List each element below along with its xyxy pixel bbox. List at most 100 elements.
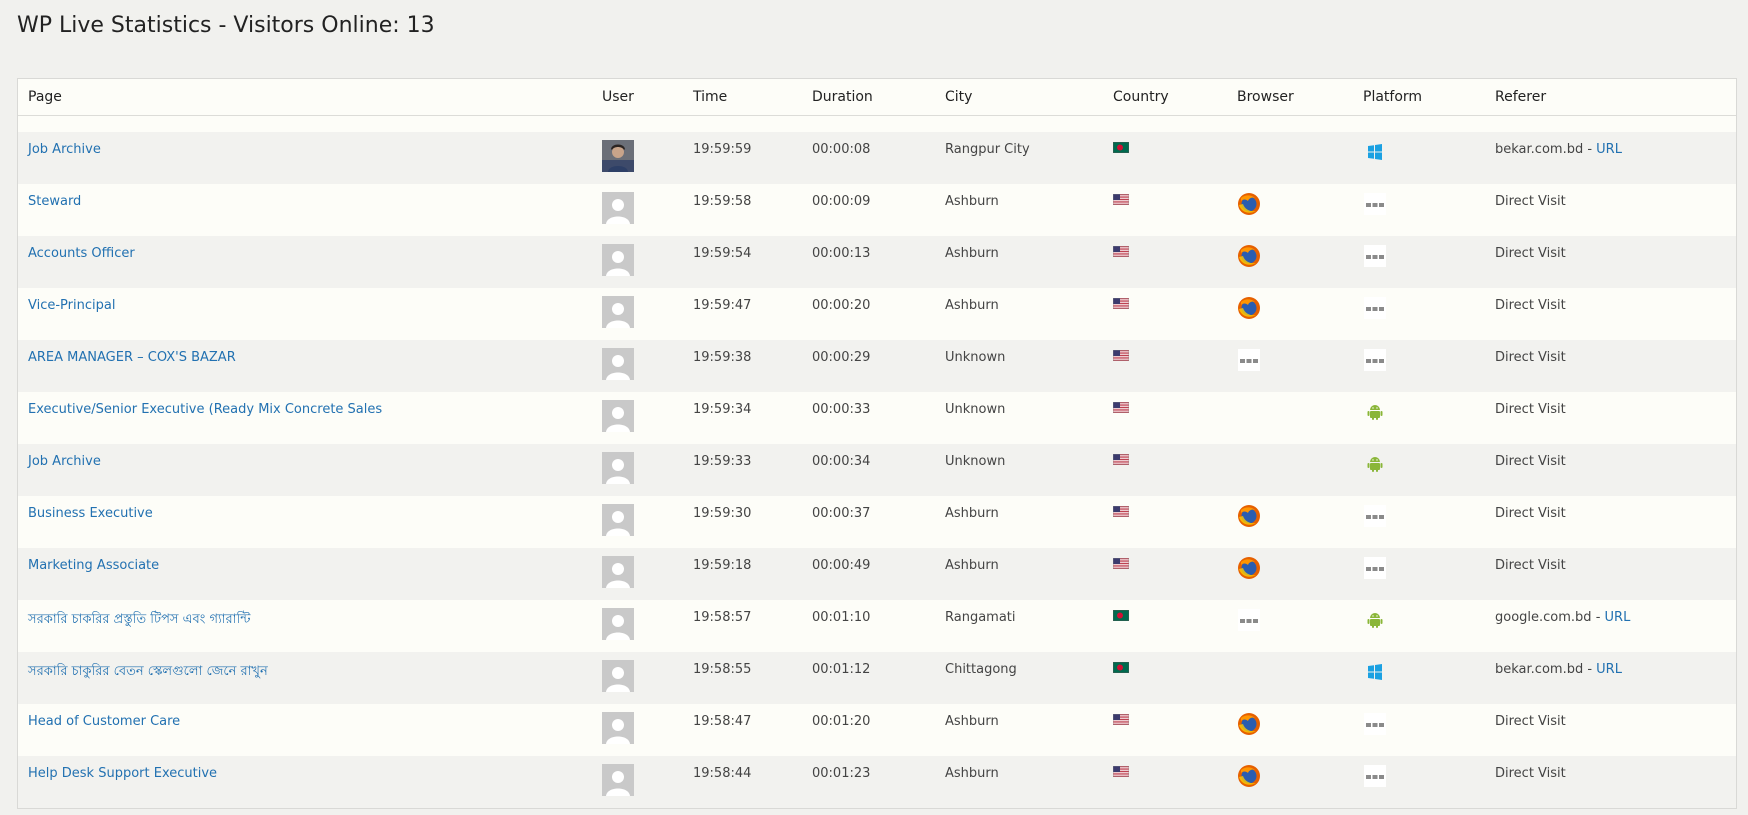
page-link[interactable]: Job Archive — [28, 454, 101, 469]
platform-cell — [1353, 236, 1485, 288]
time-cell: 19:59:58 — [683, 184, 802, 236]
page-link[interactable]: সরকারি চাকুরির বেতন স্কেলগুলো জেনে রাখুন — [28, 664, 268, 679]
referer-text: Direct Visit — [1495, 246, 1566, 261]
firefox-icon — [1237, 244, 1261, 268]
duration-cell-text: 00:01:10 — [812, 610, 871, 625]
referer-cell: Direct Visit — [1485, 288, 1736, 340]
page-link[interactable]: সরকারি চাকরির প্রস্তুতি টিপস এবং গ্যারান… — [28, 612, 250, 627]
page-link[interactable]: Help Desk Support Executive — [28, 766, 217, 781]
city-cell-text: Ashburn — [945, 766, 999, 781]
referer-text: google.com.bd — [1495, 610, 1592, 625]
android-icon — [1363, 400, 1387, 424]
referer-separator: - — [1583, 142, 1597, 157]
page-title: WP Live Statistics - Visitors Online: 13 — [17, 13, 435, 38]
time-cell: 19:58:57 — [683, 600, 802, 652]
table-header: Page User Time Duration City Country Bro… — [18, 79, 1736, 116]
browser-cell — [1227, 548, 1353, 600]
time-cell: 19:58:44 — [683, 756, 802, 808]
duration-cell: 00:00:37 — [802, 496, 935, 548]
country-cell — [1103, 444, 1227, 496]
duration-cell: 00:00:09 — [802, 184, 935, 236]
referer-url-link[interactable]: URL — [1596, 662, 1622, 677]
page-cell: Head of Customer Care — [18, 704, 592, 756]
unknown-icon — [1363, 244, 1387, 268]
referer-text: Direct Visit — [1495, 506, 1566, 521]
page-link[interactable]: Vice-Principal — [28, 298, 115, 313]
usa-flag — [1112, 765, 1130, 778]
referer-url-link[interactable]: URL — [1596, 142, 1622, 157]
time-cell: 19:59:47 — [683, 288, 802, 340]
column-header-browser: Browser — [1227, 79, 1353, 116]
column-header-referer: Referer — [1485, 79, 1736, 116]
time-cell: 19:59:54 — [683, 236, 802, 288]
city-cell: Ashburn — [935, 496, 1103, 548]
time-cell-text: 19:59:54 — [693, 246, 752, 261]
referer-cell: Direct Visit — [1485, 236, 1736, 288]
platform-cell — [1353, 184, 1485, 236]
page-link[interactable]: Marketing Associate — [28, 558, 159, 573]
referer-url-link[interactable]: URL — [1605, 610, 1631, 625]
bangladesh-flag — [1112, 141, 1130, 154]
referer-separator: - — [1583, 662, 1597, 677]
windows-icon — [1363, 140, 1387, 164]
firefox-icon — [1237, 504, 1261, 528]
default-avatar — [602, 348, 634, 380]
windows-icon — [1363, 660, 1387, 684]
usa-flag — [1112, 557, 1130, 570]
page-link[interactable]: Steward — [28, 194, 81, 209]
user-cell — [592, 444, 683, 496]
unknown-icon — [1363, 712, 1387, 736]
default-avatar — [602, 712, 634, 744]
unknown-icon — [1363, 556, 1387, 580]
usa-flag — [1112, 453, 1130, 466]
time-cell: 19:58:47 — [683, 704, 802, 756]
duration-cell-text: 00:00:49 — [812, 558, 871, 573]
platform-cell — [1353, 444, 1485, 496]
firefox-icon — [1237, 764, 1261, 788]
column-header-duration: Duration — [802, 79, 935, 116]
country-cell — [1103, 652, 1227, 704]
table-row: Steward 19:59:58 00:00:09 Ashburn Direct Vis… — [18, 184, 1736, 236]
platform-cell — [1353, 132, 1485, 184]
page-link[interactable]: Executive/Senior Executive (Ready Mix Co… — [28, 402, 382, 417]
duration-cell-text: 00:01:20 — [812, 714, 871, 729]
firefox-icon — [1237, 712, 1261, 736]
browser-cell — [1227, 444, 1353, 496]
city-cell: Ashburn — [935, 236, 1103, 288]
duration-cell-text: 00:00:34 — [812, 454, 871, 469]
table-row: সরকারি চাকরির প্রস্তুতি টিপস এবং গ্যারান… — [18, 600, 1736, 652]
time-cell-text: 19:59:58 — [693, 194, 752, 209]
page-link[interactable]: AREA MANAGER – COX'S BAZAR — [28, 350, 236, 365]
page-link[interactable]: Job Archive — [28, 142, 101, 157]
user-photo-avatar — [602, 140, 634, 172]
time-cell-text: 19:59:47 — [693, 298, 752, 313]
bangladesh-flag — [1112, 661, 1130, 674]
city-cell-text: Rangpur City — [945, 142, 1030, 157]
user-cell — [592, 704, 683, 756]
referer-cell: bekar.com.bd - URL — [1485, 652, 1736, 704]
country-cell — [1103, 236, 1227, 288]
country-cell — [1103, 548, 1227, 600]
time-cell-text: 19:58:57 — [693, 610, 752, 625]
usa-flag — [1112, 245, 1130, 258]
page-link[interactable]: Accounts Officer — [28, 246, 135, 261]
city-cell-text: Ashburn — [945, 298, 999, 313]
duration-cell-text: 00:00:13 — [812, 246, 871, 261]
referer-cell: Direct Visit — [1485, 756, 1736, 808]
unknown-icon — [1363, 764, 1387, 788]
page-cell: Help Desk Support Executive — [18, 756, 592, 808]
user-cell — [592, 496, 683, 548]
page-cell: Marketing Associate — [18, 548, 592, 600]
time-cell: 19:59:30 — [683, 496, 802, 548]
referer-text: Direct Visit — [1495, 194, 1566, 209]
page-link[interactable]: Business Executive — [28, 506, 153, 521]
browser-cell — [1227, 184, 1353, 236]
duration-cell: 00:00:13 — [802, 236, 935, 288]
table-row: Business Executive 19:59:30 00:00:37 Ashbur… — [18, 496, 1736, 548]
time-cell-text: 19:59:18 — [693, 558, 752, 573]
page-cell: Steward — [18, 184, 592, 236]
default-avatar — [602, 192, 634, 224]
browser-cell — [1227, 392, 1353, 444]
city-cell-text: Unknown — [945, 402, 1006, 417]
page-link[interactable]: Head of Customer Care — [28, 714, 180, 729]
